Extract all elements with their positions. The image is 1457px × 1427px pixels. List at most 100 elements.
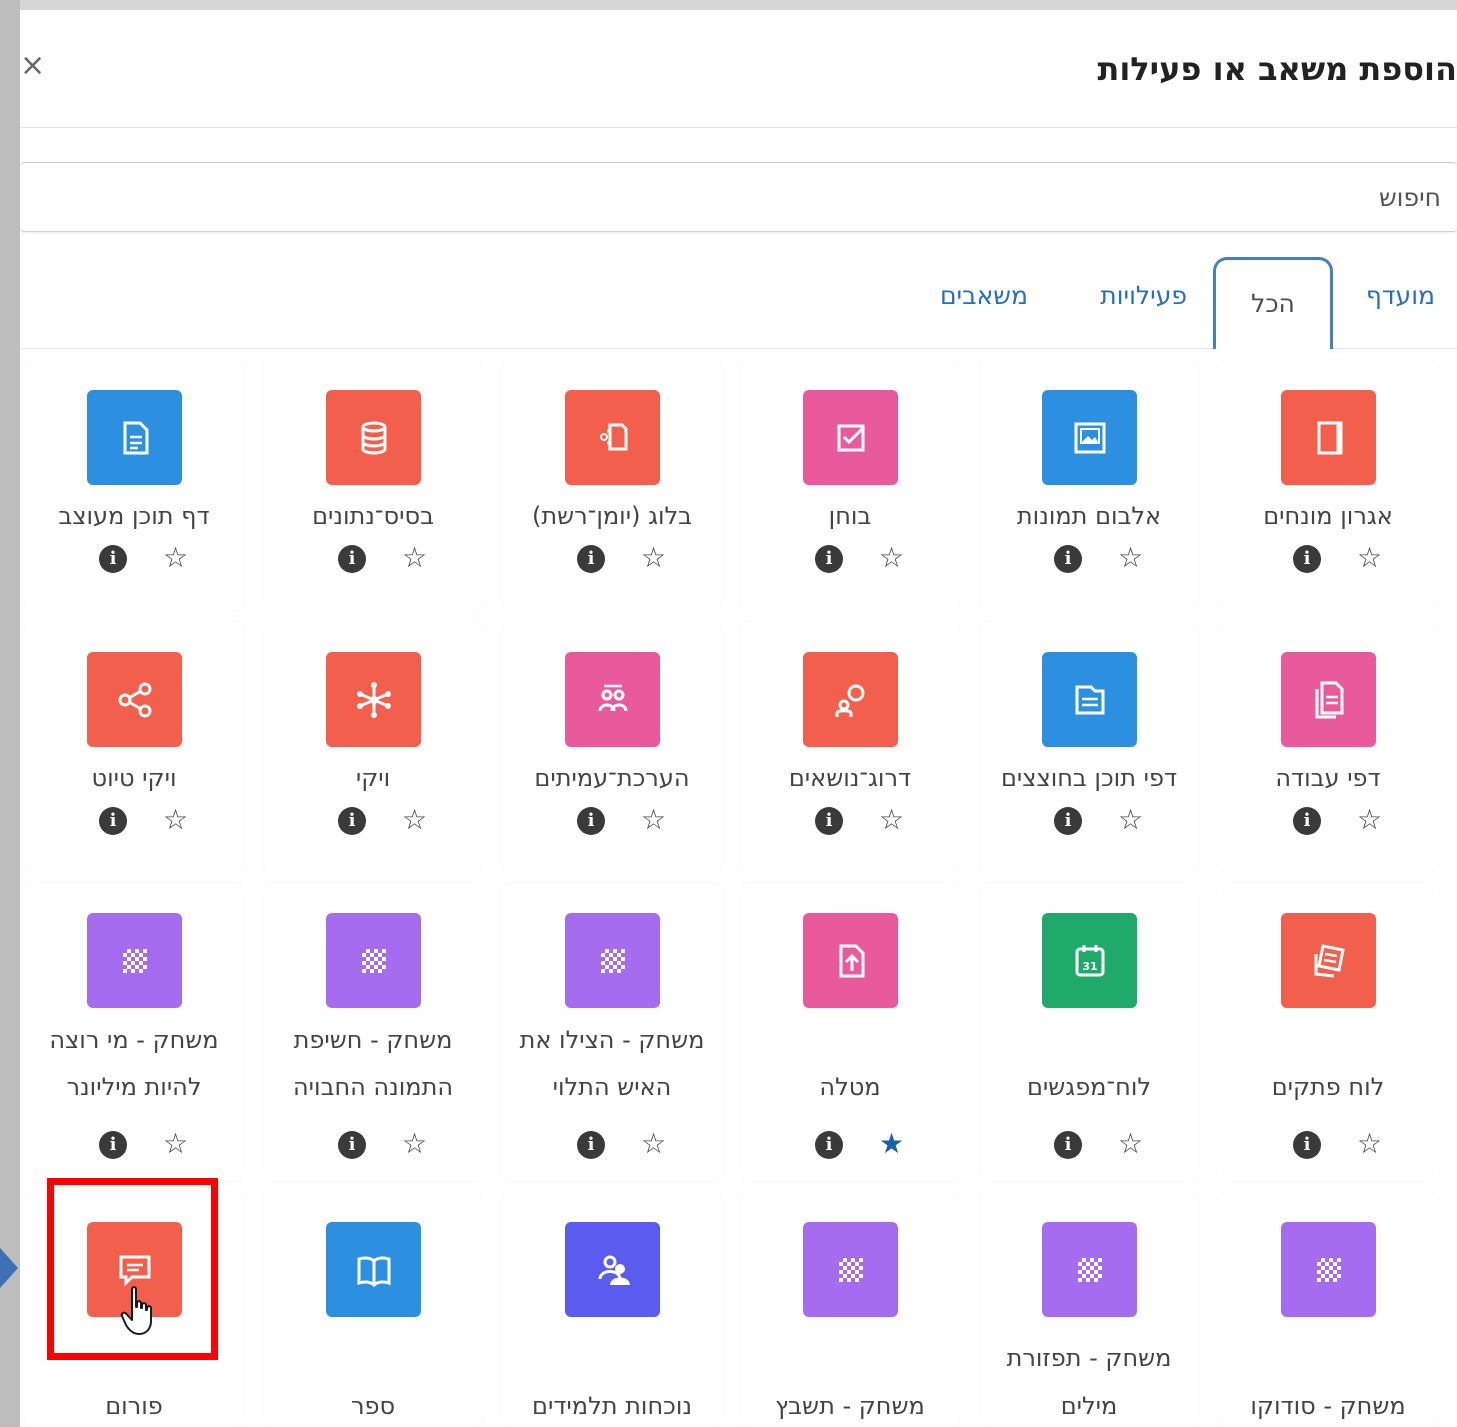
info-icon[interactable]: i: [99, 545, 127, 573]
activity-tile[interactable]: דרוג־נושאים i ☆: [740, 622, 960, 872]
activity-grid: אגרון מונחים i ☆ אלבום תמונות i ☆ בוחן i ☆ בלוג (…: [20, 350, 1457, 1427]
activity-tile[interactable]: נוכחות תלמידים: [502, 1192, 722, 1427]
activity-label: נוכחות תלמידים: [532, 1392, 692, 1420]
star-icon[interactable]: ☆: [879, 544, 904, 572]
tab-resources[interactable]: משאבים: [940, 281, 1028, 310]
activity-label-line1: משחק - הצילו את: [519, 1026, 705, 1054]
star-icon[interactable]: ☆: [402, 1130, 427, 1158]
activity-tile[interactable]: משחק - מי רוצה להיות מיליונר i ☆: [24, 883, 244, 1181]
info-icon[interactable]: i: [99, 1131, 127, 1159]
activity-tile[interactable]: בוחן i ☆: [740, 360, 960, 610]
activity-label: דפי עבודה: [1275, 764, 1381, 792]
document-icon: [87, 390, 182, 485]
activity-label: הערכת־עמיתים: [534, 764, 690, 792]
info-icon[interactable]: i: [1054, 1131, 1082, 1159]
activity-tile[interactable]: דפי עבודה i ☆: [1218, 622, 1438, 872]
activity-tile[interactable]: בסיס־נתונים i ☆: [263, 360, 483, 610]
activity-label: דרוג־נושאים: [788, 764, 912, 792]
info-icon[interactable]: i: [815, 545, 843, 573]
sticky-notes-icon: [1281, 913, 1376, 1008]
info-icon[interactable]: i: [1293, 1131, 1321, 1159]
info-icon[interactable]: i: [338, 1131, 366, 1159]
star-icon[interactable]: ☆: [1118, 806, 1143, 834]
page-background-top: [0, 0, 1457, 10]
activity-label: בסיס־נתונים: [312, 502, 434, 530]
star-icon[interactable]: ☆: [641, 806, 666, 834]
info-icon[interactable]: i: [338, 807, 366, 835]
activity-tile[interactable]: דף תוכן מעוצב i ☆: [24, 360, 244, 610]
activity-tile[interactable]: ויקי טיוט i ☆: [24, 622, 244, 872]
info-icon[interactable]: i: [338, 545, 366, 573]
tabbed-pages-icon: [1042, 652, 1137, 747]
info-icon[interactable]: i: [1054, 807, 1082, 835]
activity-label-line1: משחק - תפזורת: [1006, 1344, 1172, 1372]
game-grid-icon: [1042, 1222, 1137, 1317]
info-icon[interactable]: i: [577, 807, 605, 835]
rate-topics-icon: [803, 652, 898, 747]
activity-label: משחק - סודוקו: [1250, 1392, 1406, 1420]
activity-label: בוחן: [828, 502, 872, 530]
activity-tile[interactable]: משחק - תפזורת מילים: [979, 1192, 1199, 1427]
activity-tile[interactable]: הערכת־עמיתים i ☆: [502, 622, 722, 872]
worksheets-icon: [1281, 652, 1376, 747]
game-grid-icon: [565, 913, 660, 1008]
activity-tile[interactable]: בלוג (יומן־רשת) i ☆: [502, 360, 722, 610]
modal-header: הוספת משאב או פעילות ×: [20, 10, 1457, 128]
star-filled-icon[interactable]: ★: [879, 1130, 904, 1158]
game-grid-icon: [87, 913, 182, 1008]
activity-tile[interactable]: לוח פתקים i ☆: [1218, 883, 1438, 1181]
info-icon[interactable]: i: [99, 807, 127, 835]
star-icon[interactable]: ☆: [879, 806, 904, 834]
activity-label: לוח פתקים: [1271, 1073, 1385, 1101]
peer-review-icon: [565, 652, 660, 747]
blog-icon: [565, 390, 660, 485]
tab-all[interactable]: הכל: [1213, 257, 1333, 349]
star-icon[interactable]: ☆: [163, 544, 188, 572]
activity-tile[interactable]: ספר: [263, 1192, 483, 1427]
activity-tile[interactable]: משחק - תשבץ: [740, 1192, 960, 1427]
star-icon[interactable]: ☆: [1357, 806, 1382, 834]
activity-tile[interactable]: אגרון מונחים i ☆: [1218, 360, 1438, 610]
star-icon[interactable]: ☆: [1118, 1130, 1143, 1158]
book-icon: [326, 1222, 421, 1317]
activity-tile[interactable]: משחק - סודוקו: [1218, 1192, 1438, 1427]
search-input[interactable]: [20, 163, 1457, 231]
tab-activities[interactable]: פעילויות: [1100, 281, 1187, 310]
activity-label: התמונה החבויה: [292, 1073, 454, 1101]
star-icon[interactable]: ☆: [641, 1130, 666, 1158]
star-icon[interactable]: ☆: [163, 806, 188, 834]
game-grid-icon: [803, 1222, 898, 1317]
activity-label: האיש התלוי: [552, 1073, 672, 1101]
category-tabs: מועדף הכל פעילויות משאבים: [20, 257, 1457, 349]
star-icon[interactable]: ☆: [402, 544, 427, 572]
add-activity-modal: הוספת משאב או פעילות × מועדף הכל פעילויו…: [20, 10, 1457, 1427]
star-icon[interactable]: ☆: [1118, 544, 1143, 572]
star-icon[interactable]: ☆: [641, 544, 666, 572]
activity-tile[interactable]: משחק - חשיפת התמונה החבויה i ☆: [263, 883, 483, 1181]
star-icon[interactable]: ☆: [163, 1130, 188, 1158]
close-icon[interactable]: ×: [20, 50, 45, 82]
info-icon[interactable]: i: [815, 807, 843, 835]
activity-label: דפי תוכן בחוצצים: [1000, 764, 1178, 792]
star-icon[interactable]: ☆: [1357, 1130, 1382, 1158]
tab-favourites[interactable]: מועדף: [1366, 281, 1435, 310]
activity-tile[interactable]: משחק - הצילו את האיש התלוי i ☆: [502, 883, 722, 1181]
activity-tile[interactable]: מטלה i ★: [740, 883, 960, 1181]
assignment-upload-icon: [803, 913, 898, 1008]
wiki-icon: [326, 652, 421, 747]
activity-label: אלבום תמונות: [1016, 502, 1162, 530]
activity-tile[interactable]: דפי תוכן בחוצצים i ☆: [979, 622, 1199, 872]
activity-tile[interactable]: 31 לוח־מפגשים i ☆: [979, 883, 1199, 1181]
info-icon[interactable]: i: [577, 545, 605, 573]
info-icon[interactable]: i: [1054, 545, 1082, 573]
info-icon[interactable]: i: [1293, 807, 1321, 835]
info-icon[interactable]: i: [1293, 545, 1321, 573]
activity-label: משחק - תשבץ: [775, 1392, 925, 1420]
activity-tile[interactable]: ויקי i ☆: [263, 622, 483, 872]
activity-label: דף תוכן מעוצב: [58, 502, 210, 530]
info-icon[interactable]: i: [577, 1131, 605, 1159]
activity-tile[interactable]: אלבום תמונות i ☆: [979, 360, 1199, 610]
star-icon[interactable]: ☆: [1357, 544, 1382, 572]
star-icon[interactable]: ☆: [402, 806, 427, 834]
info-icon[interactable]: i: [815, 1131, 843, 1159]
